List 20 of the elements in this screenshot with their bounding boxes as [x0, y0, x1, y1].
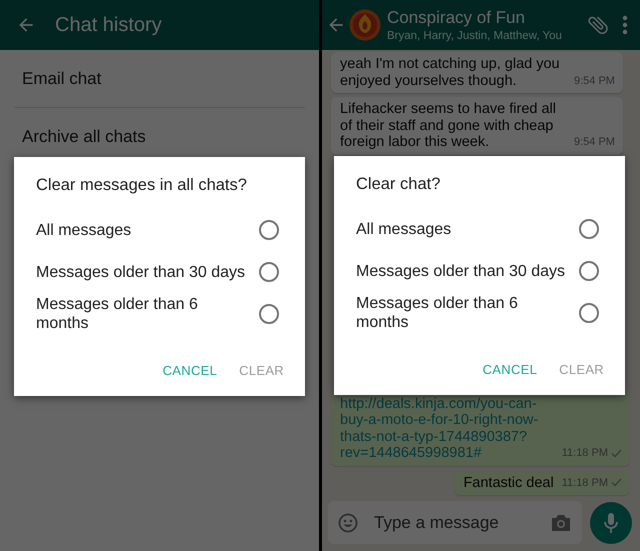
dialog-title: Clear chat? [356, 175, 442, 194]
dialog-title: Clear messages in all chats? [36, 176, 248, 195]
screen-title: Chat history [55, 14, 162, 36]
menu-item[interactable]: Email chat [0, 50, 319, 107]
option-label[interactable]: Messages older than 6 months [356, 294, 570, 332]
option-label[interactable]: All messages [356, 220, 452, 238]
option-label[interactable]: Messages older than 6 months [36, 295, 250, 333]
group-name[interactable]: Conspiracy of Fun [387, 8, 525, 28]
message-input-field[interactable]: Type a message [372, 512, 550, 534]
message-composer[interactable]: Type a message [328, 501, 582, 544]
option-label[interactable]: Messages older than 30 days [356, 262, 566, 280]
cancel-button[interactable]: CANCEL [474, 354, 546, 385]
cancel-button[interactable]: CANCEL [154, 355, 226, 386]
message-text: Fantastic deal [463, 474, 554, 491]
message-text: yeah I'm not catching up, glad you enjoyed yourselves though. [340, 56, 561, 89]
option-label[interactable]: All messages [36, 220, 132, 240]
message-link[interactable]: http://deals.kinja.com/you-can-buy-a-moto-e-for-10-right-now-thats-not-a-typ-1744890387?rev=1448645998981# [340, 396, 554, 462]
message-text: Lifehacker seems to have fired all of their staff and gone with cheap foreign labor this week. [340, 101, 557, 150]
group-members: Bryan, Harry, Justin, Matthew, You [387, 28, 562, 42]
option-label[interactable]: Messages older than 30 days [36, 262, 246, 282]
